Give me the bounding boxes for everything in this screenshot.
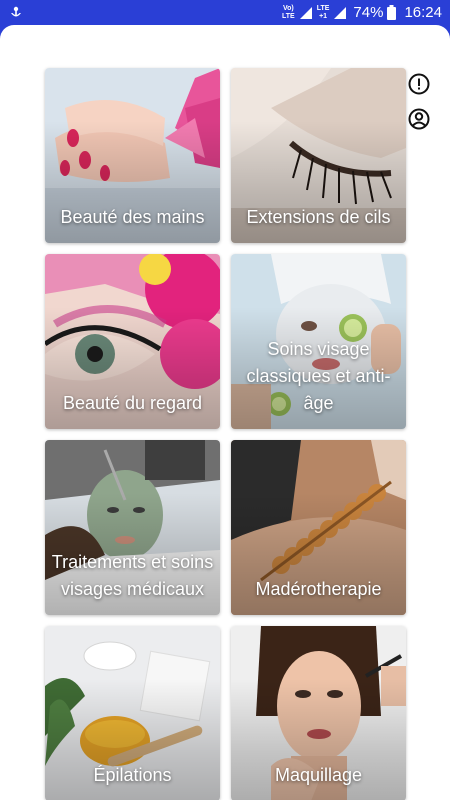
tile-maquillage[interactable]: Maquillage [231, 626, 406, 800]
tile-beaute-du-regard[interactable]: Beauté du regard [45, 254, 220, 429]
tile-label: Extensions de cils [246, 207, 391, 227]
tile-label: Maquillage [274, 765, 363, 785]
signal-icon-2 [334, 6, 347, 19]
tile-traitements-medicaux[interactable]: Traitements et soins visages médicaux [45, 440, 220, 615]
tile-beaute-des-mains[interactable]: Beauté des mains [45, 68, 220, 243]
battery-icon [387, 5, 397, 20]
clock: 16:24 [404, 4, 442, 21]
status-bar: Vo) LTE LTE +1 74% 16:24 [0, 0, 450, 25]
tile-label: Beauté du regard [62, 393, 203, 413]
signal-icon [299, 6, 312, 19]
lte-sub-label: +1 [319, 12, 328, 20]
tile-extensions-de-cils[interactable]: Extensions de cils [231, 68, 406, 243]
account-circle-icon[interactable] [407, 107, 431, 131]
tile-label: Épilations [93, 765, 172, 785]
tile-epilations[interactable]: Épilations [45, 626, 220, 800]
tile-soins-visage[interactable]: Soins visage classiques et anti-âge [231, 254, 406, 429]
battery-percent: 74% [353, 4, 384, 21]
tile-maderotherapie[interactable]: Madérotherapie [231, 440, 406, 615]
volte-indicator: Vo) LTE [282, 4, 295, 20]
lte-indicator: LTE +1 [317, 5, 330, 21]
tile-label: Soins visage classiques et anti-âge [246, 339, 391, 413]
tile-label: Beauté des mains [60, 207, 205, 227]
tile-label: Traitements et soins visages médicaux [51, 552, 214, 599]
lte-label: LTE [316, 4, 330, 12]
side-actions [407, 72, 433, 142]
alert-circle-icon[interactable] [407, 72, 431, 96]
status-right: Vo) LTE LTE +1 74% 16:24 [282, 0, 442, 25]
main-sheet: Beauté des mains Extensions de cils Beau… [0, 25, 450, 800]
notification-app-icon [11, 6, 21, 17]
tile-label: Madérotherapie [255, 579, 382, 599]
